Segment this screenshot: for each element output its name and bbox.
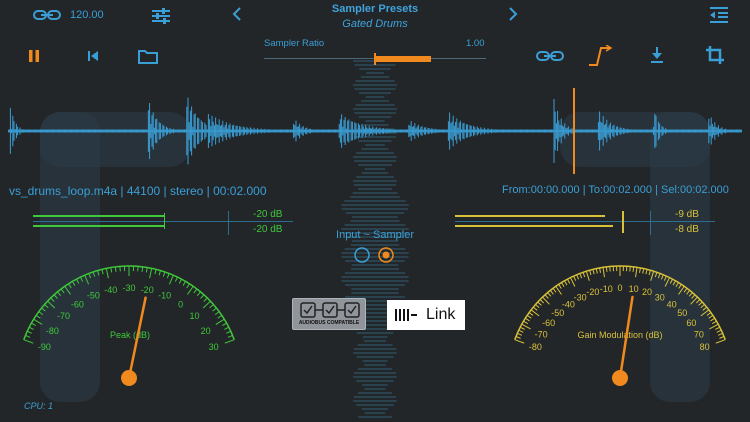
gate-envelope-icon[interactable]	[588, 45, 616, 67]
file-info: vs_drums_loop.m4a | 44100 | stereo | 00:…	[9, 184, 267, 198]
peak-gauge-tick-label: -10	[158, 290, 171, 300]
ableton-link-badge: Link	[387, 300, 465, 330]
gain-gauge-tick-label: -20	[586, 287, 599, 297]
right-meter-db-bottom: -8 dB	[675, 224, 699, 235]
crop-icon[interactable]	[705, 45, 725, 65]
gain-gauge-tick-label: 50	[677, 308, 687, 318]
route-label: Input ~ Sampler	[336, 229, 414, 241]
peak-gauge-tick-label: -50	[87, 290, 100, 300]
peak-gauge-label: Peak (dB)	[110, 330, 150, 340]
peak-gauge-tick-label: 0	[178, 299, 183, 309]
peak-gauge-tick-label: -30	[122, 283, 135, 293]
pause-icon[interactable]	[28, 49, 40, 63]
gain-gauge-tick-label: -60	[542, 318, 555, 328]
skip-back-icon[interactable]	[87, 49, 99, 63]
waveform-display[interactable]	[8, 88, 742, 174]
audiobus-logo-icon	[300, 302, 360, 318]
peak-gauge-tick-label: -60	[71, 299, 84, 309]
gain-gauge-label: Gain Modulation (dB)	[577, 330, 662, 340]
gain-gauge-tick-label: 60	[686, 318, 696, 328]
chevron-left-icon[interactable]	[232, 7, 242, 21]
peak-gauge-tick-label: -80	[46, 326, 59, 336]
peak-gauge: -90 -80 -70-60-50 -40 -30 -20 -10 0 1020 30 Peak …	[23, 265, 235, 386]
link-value: 120.00	[70, 9, 104, 21]
chevron-right-icon[interactable]	[508, 7, 518, 21]
gain-gauge-tick-label: -80	[529, 342, 542, 352]
folder-icon[interactable]	[138, 48, 158, 64]
right-meter-db-top: -9 dB	[675, 209, 699, 220]
gain-gauge-tick-label: -70	[535, 330, 548, 340]
gain-gauge-tick-label: -30	[574, 292, 587, 302]
peak-gauge-tick-label: 20	[201, 326, 211, 336]
cpu-indicator: CPU: 1	[24, 401, 54, 411]
collapse-menu-icon[interactable]	[709, 6, 729, 24]
peak-gauge-tick-label: 30	[209, 342, 219, 352]
sampler-ratio-value: 1.00	[466, 38, 485, 49]
peak-gauge-tick-label: -90	[38, 342, 51, 352]
audiobus-label: AUDIOBUS COMPATIBLE	[298, 320, 360, 326]
gain-gauge-hub	[612, 370, 628, 386]
peak-gauge-tick-label: -70	[57, 311, 70, 321]
chain-link-icon[interactable]	[536, 49, 564, 63]
peak-gauge-tick-label: 10	[189, 311, 199, 321]
sampler-ratio-slider[interactable]	[264, 53, 486, 65]
gain-gauge-tick-label: -50	[551, 308, 564, 318]
peak-gauge-hub	[121, 370, 137, 386]
download-icon[interactable]	[650, 46, 664, 64]
preset-title: Sampler Presets	[331, 3, 419, 15]
gain-gauge: -80-70-60-50-40-30-20 -10 0 10 2030405060708…	[514, 265, 726, 386]
gain-gauge-tick-label: 30	[655, 292, 665, 302]
gain-gauge-tick-label: 70	[694, 330, 704, 340]
sampler-ratio-label: Sampler Ratio	[264, 38, 325, 49]
selection-info: From:00:00.000 | To:00:02.000 | Sel:00:0…	[502, 184, 729, 196]
sliders-icon[interactable]	[152, 8, 170, 24]
gain-gauge-tick-label: 80	[700, 342, 710, 352]
link-icon[interactable]	[33, 8, 61, 22]
gain-gauge-tick-label: 40	[667, 299, 677, 309]
gain-gauge-tick-label: 0	[617, 283, 622, 293]
gain-gauge-tick-label: 20	[642, 287, 652, 297]
route-sampler-radio[interactable]	[378, 247, 394, 268]
link-badge-label: Link	[426, 306, 456, 323]
gain-gauge-tick-label: 10	[629, 284, 639, 294]
link-bars-icon	[395, 309, 417, 321]
audiobus-badge: AUDIOBUS COMPATIBLE	[292, 298, 366, 330]
route-input-radio[interactable]	[354, 247, 370, 268]
left-meter-db-bottom: -20 dB	[253, 224, 283, 235]
gain-gauge-tick-label: -10	[600, 284, 613, 294]
peak-gauge-tick-label: -20	[141, 285, 154, 295]
left-meter-db-top: -20 dB	[253, 209, 283, 220]
peak-gauge-tick-label: -40	[104, 285, 117, 295]
preset-name[interactable]: Gated Drums	[295, 18, 455, 30]
